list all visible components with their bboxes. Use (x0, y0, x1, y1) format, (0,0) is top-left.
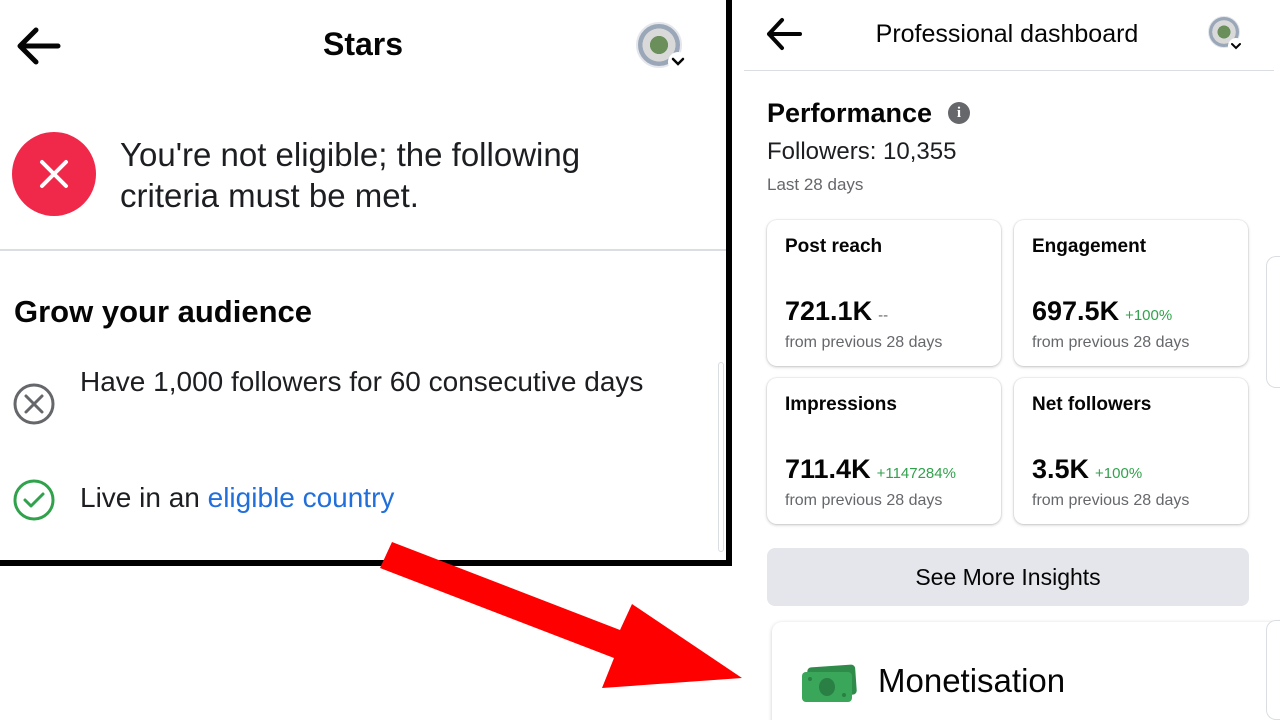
metric-delta: +100% (1125, 307, 1173, 324)
monetisation-label: Monetisation (878, 662, 1066, 699)
metric-delta: +1147284% (876, 465, 956, 482)
metric-value: 697.5K +100% (1032, 296, 1172, 327)
adjacent-card-edge (1266, 620, 1280, 720)
adjacent-card-edge (1266, 256, 1280, 388)
money-icon (800, 664, 858, 704)
criteria-item-followers: Have 1,000 followers for 60 consecutive … (12, 364, 692, 444)
metric-delta: +100% (1095, 465, 1143, 482)
circle-x-icon (12, 382, 56, 426)
see-more-insights-button[interactable]: See More Insights (767, 548, 1249, 606)
metric-label: Net followers (1032, 394, 1152, 415)
profile-avatar[interactable] (1208, 16, 1244, 54)
criteria-text-prefix: Live in an (80, 482, 208, 513)
metric-card-impressions[interactable]: Impressions 711.4K +1147284% from previou… (767, 378, 1001, 524)
info-icon[interactable]: i (948, 102, 970, 124)
metric-value: 711.4K +1147284% (785, 454, 956, 485)
metric-label: Impressions (785, 394, 897, 415)
profile-avatar[interactable] (636, 22, 688, 72)
stars-screen: Stars You're not eligible; the following… (0, 0, 732, 566)
performance-title: Performance (767, 98, 933, 128)
divider (0, 249, 726, 251)
metric-sub: from previous 28 days (785, 492, 943, 509)
metric-card-post-reach[interactable]: Post reach 721.1K -- from previous 28 day… (767, 220, 1001, 366)
metric-number: 3.5K (1032, 454, 1090, 484)
metric-value: 3.5K +100% (1032, 454, 1142, 485)
metric-label: Engagement (1032, 236, 1147, 257)
metric-number: 711.4K (785, 454, 871, 484)
metric-delta: -- (878, 307, 889, 324)
monetisation-card[interactable]: Monetisation (772, 622, 1280, 720)
metric-sub: from previous 28 days (1032, 492, 1190, 509)
red-arrow-icon (380, 542, 742, 688)
metric-sub: from previous 28 days (785, 334, 943, 351)
section-title: Grow your audience (14, 294, 313, 329)
circle-check-icon (12, 478, 56, 522)
eligible-country-link[interactable]: eligible country (208, 482, 395, 513)
eligibility-status: You're not eligible; the following crite… (12, 132, 712, 222)
scrollbar[interactable] (718, 362, 724, 552)
period-label: Last 28 days (767, 175, 864, 194)
page-title: Stars (322, 26, 404, 62)
chevron-down-icon (668, 52, 688, 72)
metric-card-net-followers[interactable]: Net followers 3.5K +100% from previous 28… (1014, 378, 1248, 524)
metric-label: Post reach (785, 236, 883, 257)
criteria-text: Have 1,000 followers for 60 consecutive … (80, 366, 644, 397)
followers-count: Followers: 10,355 (767, 138, 957, 165)
close-icon (12, 132, 96, 216)
criteria-item-country: Live in an eligible country (12, 478, 692, 522)
dashboard-screen: Professional dashboard Performance i Fol… (744, 0, 1280, 720)
criteria-text: Live in an eligible country (80, 480, 680, 516)
eligibility-message: You're not eligible; the following crite… (120, 136, 581, 214)
metric-value: 721.1K -- (785, 296, 888, 327)
metric-sub: from previous 28 days (1032, 334, 1190, 351)
chevron-down-icon (1228, 38, 1244, 54)
page-title: Professional dashboard (875, 20, 1139, 48)
metric-card-engagement[interactable]: Engagement 697.5K +100% from previous 28 … (1014, 220, 1248, 366)
metric-number: 721.1K (785, 296, 873, 326)
metric-number: 697.5K (1032, 296, 1120, 326)
divider (744, 70, 1274, 71)
